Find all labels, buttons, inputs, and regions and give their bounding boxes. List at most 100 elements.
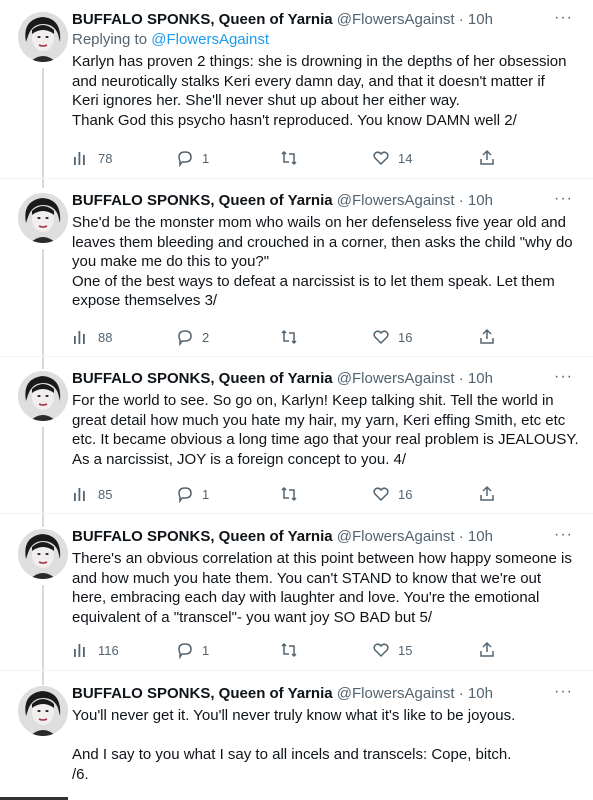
share-icon [480, 485, 494, 501]
retweet-button[interactable] [280, 327, 306, 347]
avatar[interactable] [18, 529, 68, 579]
views-count: 78 [98, 150, 113, 166]
handle[interactable]: @FlowersAgainst [337, 11, 455, 28]
action-bar: 88 2 16 [72, 327, 512, 347]
retweet-button[interactable] [280, 484, 306, 504]
thread-line [42, 68, 44, 188]
retweet-icon [281, 486, 297, 502]
timestamp[interactable]: 10h [468, 192, 493, 209]
display-name[interactable]: BUFFALO SPONKS, Queen of Yarnia [72, 370, 333, 387]
handle[interactable]: @FlowersAgainst [337, 685, 455, 702]
avatar-icon [18, 529, 68, 579]
heart-icon [373, 330, 389, 345]
retweet-button[interactable] [280, 148, 306, 168]
display-name[interactable]: BUFFALO SPONKS, Queen of Yarnia [72, 192, 333, 209]
heart-icon [373, 151, 389, 166]
tweet-header: BUFFALO SPONKS, Queen of Yarnia @Flowers… [72, 525, 573, 545]
tweet-text: She'd be the monster mom who wails on he… [72, 214, 573, 309]
tweet-text: Karlyn has proven 2 things: she is drown… [72, 53, 567, 129]
like-button[interactable]: 16 [372, 327, 412, 347]
divider [0, 513, 593, 514]
divider [0, 356, 593, 357]
display-name[interactable]: BUFFALO SPONKS, Queen of Yarnia [72, 685, 333, 702]
more-options-icon[interactable]: ··· [554, 367, 573, 387]
tweet-header: BUFFALO SPONKS, Queen of Yarnia @Flowers… [72, 8, 573, 28]
views-icon [74, 488, 85, 501]
avatar[interactable] [18, 12, 68, 62]
like-button[interactable]: 15 [372, 640, 412, 660]
share-button[interactable] [478, 148, 504, 168]
replying-to: Replying to @FlowersAgainst [72, 30, 579, 50]
display-name[interactable]: BUFFALO SPONKS, Queen of Yarnia [72, 528, 333, 545]
tweet-text: There's an obvious correlation at this p… [72, 550, 572, 626]
like-count: 16 [398, 329, 413, 345]
timestamp[interactable]: 10h [468, 685, 493, 702]
reply-count: 1 [202, 642, 210, 658]
views-count: 88 [98, 329, 113, 345]
retweet-button[interactable] [280, 640, 306, 660]
views-count: 85 [98, 486, 113, 502]
reply-icon [178, 487, 192, 503]
like-button[interactable]: 14 [372, 148, 412, 168]
views-button[interactable]: 88 [72, 327, 112, 347]
reply-button[interactable]: 2 [176, 327, 209, 347]
share-button[interactable] [478, 327, 504, 347]
tweet-header: BUFFALO SPONKS, Queen of Yarnia @Flowers… [72, 189, 573, 209]
timestamp[interactable]: 10h [468, 528, 493, 545]
views-count: 116 [98, 642, 119, 658]
display-name[interactable]: BUFFALO SPONKS, Queen of Yarnia [72, 11, 333, 28]
views-icon [74, 152, 85, 165]
replying-to-link[interactable]: @FlowersAgainst [151, 31, 269, 48]
handle[interactable]: @FlowersAgainst [337, 192, 455, 209]
reply-icon [178, 643, 192, 659]
heart-icon [373, 643, 389, 658]
share-icon [480, 149, 494, 165]
views-icon [74, 331, 85, 344]
tweet-text: You'll never get it. You'll never truly … [72, 707, 516, 783]
reply-count: 2 [202, 329, 210, 345]
avatar[interactable] [18, 371, 68, 421]
more-options-icon[interactable]: ··· [554, 189, 573, 209]
like-button[interactable]: 16 [372, 484, 412, 504]
retweet-icon [281, 329, 297, 345]
like-count: 14 [398, 150, 413, 166]
avatar-icon [18, 686, 68, 736]
reply-count: 1 [202, 486, 210, 502]
tweet-text: For the world to see. So go on, Karlyn! … [72, 392, 579, 468]
views-button[interactable]: 78 [72, 148, 112, 168]
thread-line [42, 249, 44, 369]
action-bar: 116 1 15 [72, 640, 512, 660]
tweet-header: BUFFALO SPONKS, Queen of Yarnia @Flowers… [72, 682, 573, 702]
share-button[interactable] [478, 640, 504, 660]
views-button[interactable]: 85 [72, 484, 112, 504]
avatar-icon [18, 12, 68, 62]
reply-button[interactable]: 1 [176, 640, 209, 660]
avatar-icon [18, 371, 68, 421]
more-options-icon[interactable]: ··· [554, 8, 573, 28]
divider [0, 178, 593, 179]
reply-button[interactable]: 1 [176, 148, 209, 168]
reply-icon [178, 330, 192, 346]
views-button[interactable]: 116 [72, 640, 119, 660]
handle[interactable]: @FlowersAgainst [337, 370, 455, 387]
avatar[interactable] [18, 193, 68, 243]
action-bar: 78 1 14 [72, 148, 512, 168]
tweet-header: BUFFALO SPONKS, Queen of Yarnia @Flowers… [72, 367, 573, 387]
reply-icon [178, 151, 192, 167]
more-options-icon[interactable]: ··· [554, 682, 573, 702]
views-icon [74, 644, 85, 657]
avatar-icon [18, 193, 68, 243]
share-icon [480, 328, 494, 344]
retweet-icon [281, 150, 297, 166]
share-icon [480, 641, 494, 657]
action-bar: 85 1 16 [72, 484, 512, 504]
share-button[interactable] [478, 484, 504, 504]
timestamp[interactable]: 10h [468, 370, 493, 387]
more-options-icon[interactable]: ··· [554, 525, 573, 545]
handle[interactable]: @FlowersAgainst [337, 528, 455, 545]
thread-line [42, 427, 44, 527]
timestamp[interactable]: 10h [468, 11, 493, 28]
reply-count: 1 [202, 150, 210, 166]
avatar[interactable] [18, 686, 68, 736]
reply-button[interactable]: 1 [176, 484, 209, 504]
